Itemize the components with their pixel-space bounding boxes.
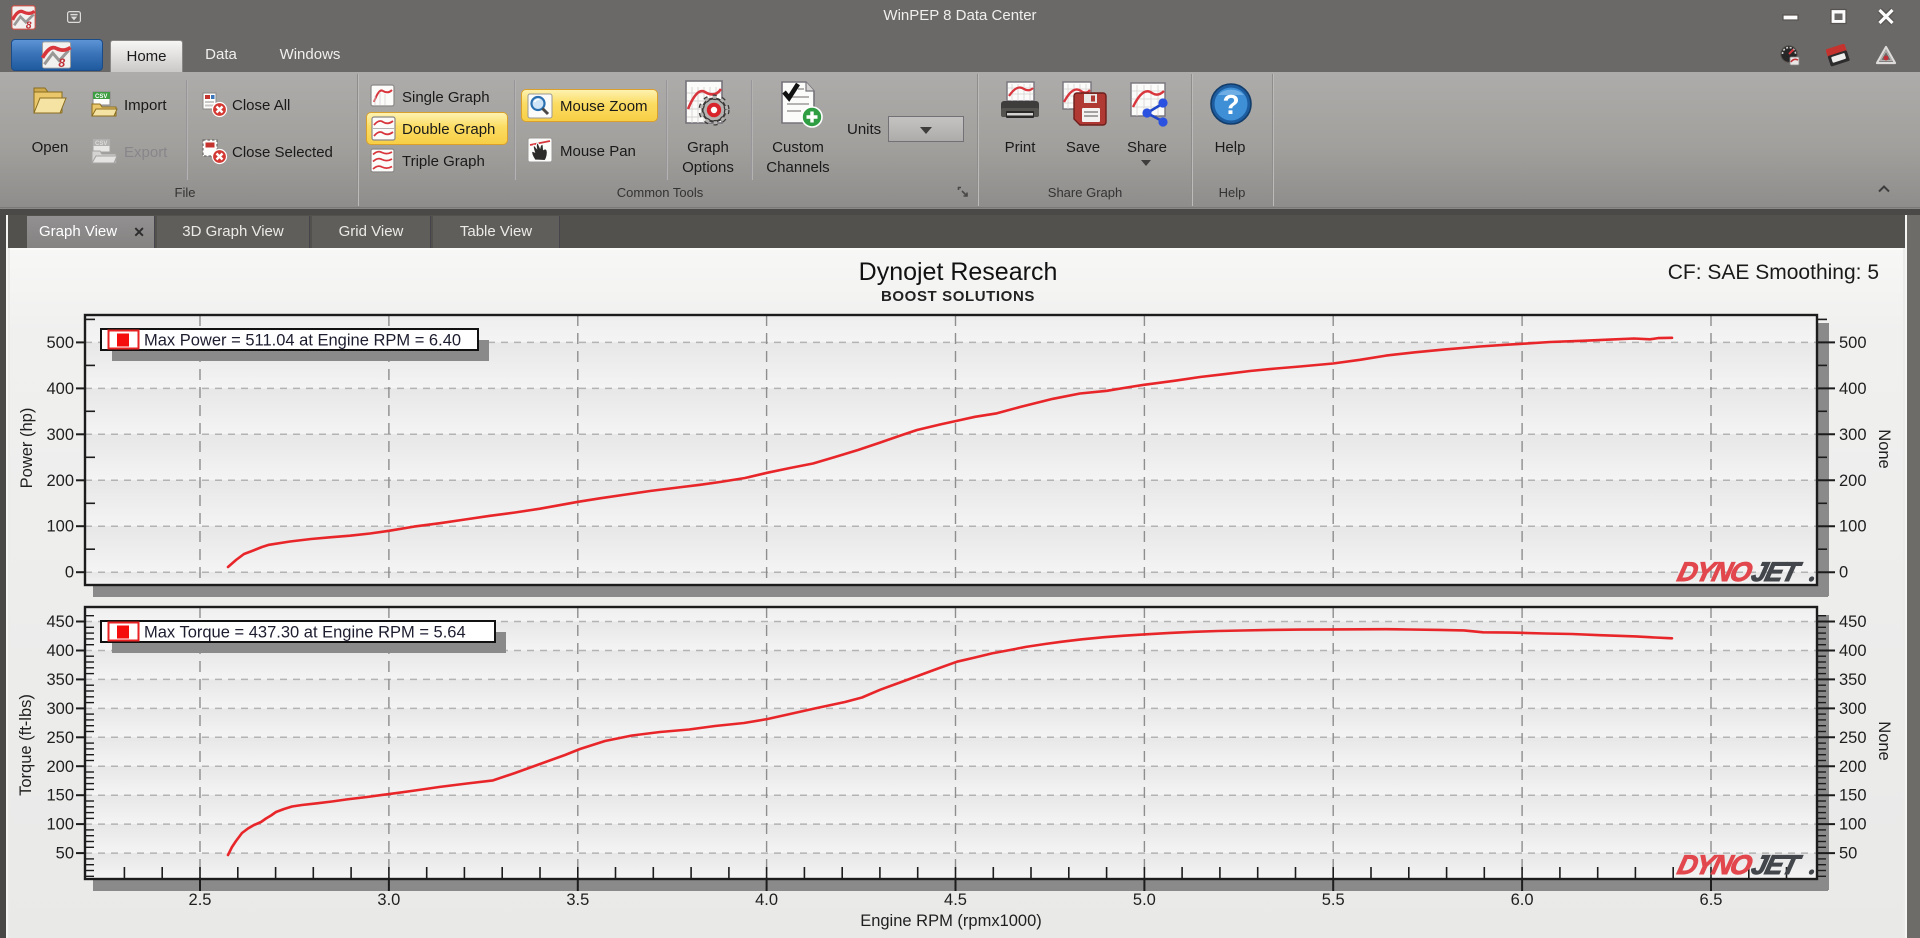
svg-text:3.5: 3.5 [566, 891, 589, 909]
svg-text:100: 100 [46, 518, 74, 536]
svg-text:Max Power = 511.04 at Engine R: Max Power = 511.04 at Engine RPM = 6.40 [144, 332, 461, 350]
svg-text:Power (hp): Power (hp) [18, 408, 36, 489]
svg-text:100: 100 [1839, 518, 1867, 536]
svg-text:Dynojet Research: Dynojet Research [859, 258, 1058, 286]
svg-text:300: 300 [46, 700, 74, 718]
svg-text:400: 400 [1839, 642, 1867, 660]
svg-text:350: 350 [1839, 671, 1867, 689]
svg-text:200: 200 [1839, 472, 1867, 490]
svg-text:None: None [1875, 721, 1893, 760]
svg-text:200: 200 [46, 758, 74, 776]
svg-text:50: 50 [56, 845, 74, 863]
svg-text:500: 500 [46, 334, 74, 352]
svg-text:300: 300 [1839, 700, 1867, 718]
svg-text:0: 0 [1839, 564, 1848, 582]
svg-text:5.0: 5.0 [1133, 891, 1156, 909]
svg-text:0: 0 [65, 564, 74, 582]
svg-text:250: 250 [46, 729, 74, 747]
svg-text:300: 300 [46, 426, 74, 444]
svg-text:DYNO: DYNO [1675, 556, 1756, 587]
svg-text:400: 400 [46, 642, 74, 660]
svg-text:Max Torque = 437.30 at Engine: Max Torque = 437.30 at Engine RPM = 5.64 [144, 624, 466, 642]
svg-text:400: 400 [46, 380, 74, 398]
svg-text:200: 200 [1839, 758, 1867, 776]
svg-text:100: 100 [1839, 816, 1867, 834]
svg-text:Torque (ft-lbs): Torque (ft-lbs) [17, 694, 35, 796]
svg-text:BOOST SOLUTIONS: BOOST SOLUTIONS [881, 288, 1035, 305]
svg-text:450: 450 [46, 613, 74, 631]
svg-text:50: 50 [1839, 845, 1857, 863]
svg-text:6.5: 6.5 [1700, 891, 1723, 909]
svg-text:150: 150 [46, 787, 74, 805]
svg-text:DYNO: DYNO [1675, 849, 1756, 880]
svg-text:4.5: 4.5 [944, 891, 967, 909]
svg-text:150: 150 [1839, 787, 1867, 805]
svg-text:100: 100 [46, 816, 74, 834]
svg-text:6.0: 6.0 [1511, 891, 1534, 909]
svg-text:2.5: 2.5 [189, 891, 212, 909]
svg-text:4.0: 4.0 [755, 891, 778, 909]
svg-text:500: 500 [1839, 334, 1867, 352]
svg-text:350: 350 [46, 671, 74, 689]
svg-text:CF: SAE Smoothing: 5: CF: SAE Smoothing: 5 [1668, 261, 1879, 284]
svg-text:None: None [1875, 429, 1893, 468]
svg-text:250: 250 [1839, 729, 1867, 747]
svg-text:450: 450 [1839, 613, 1867, 631]
svg-text:200: 200 [46, 472, 74, 490]
svg-text:Engine RPM (rpmx1000): Engine RPM (rpmx1000) [860, 912, 1042, 930]
svg-text:3.0: 3.0 [377, 891, 400, 909]
svg-text:400: 400 [1839, 380, 1867, 398]
svg-text:5.5: 5.5 [1322, 891, 1345, 909]
svg-text:300: 300 [1839, 426, 1867, 444]
